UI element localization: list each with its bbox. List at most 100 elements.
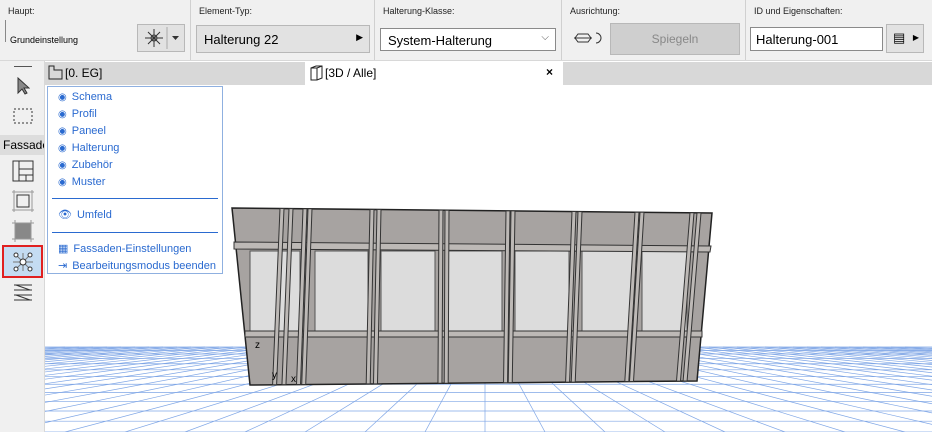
profile-tool[interactable] bbox=[6, 186, 39, 216]
3d-view-icon bbox=[310, 65, 323, 81]
main-group: Haupt: Grundeinstellung bbox=[0, 0, 191, 60]
mirror-button[interactable]: Spiegeln bbox=[610, 23, 740, 55]
menu-label: Umfeld bbox=[76, 208, 112, 221]
menu-label: Profil bbox=[71, 108, 97, 120]
menu-item-schema[interactable]: ◉ Schema bbox=[58, 91, 112, 103]
menu-label: Bearbeitungsmodus beenden bbox=[72, 259, 216, 272]
tab-floor-plan[interactable]: [0. EG] bbox=[45, 62, 303, 85]
grid-line bbox=[45, 346, 164, 357]
menu-item-muster[interactable]: ◉ Muster bbox=[58, 176, 105, 188]
glass-panel[interactable] bbox=[514, 250, 570, 332]
eye-icon: ◉ bbox=[58, 142, 67, 154]
properties-button[interactable]: ▤ ▶ bbox=[886, 24, 924, 53]
main-label: Haupt: bbox=[8, 6, 35, 16]
marquee-icon bbox=[13, 108, 32, 124]
eye-icon: ◉ bbox=[58, 108, 67, 120]
floor-plan-icon bbox=[48, 65, 63, 80]
mullion bbox=[443, 209, 450, 384]
grid-line bbox=[45, 346, 248, 370]
document-icon: ▤ bbox=[893, 30, 906, 45]
toolbox: Fassade bbox=[0, 61, 45, 432]
chevron-down-icon: ⌵ bbox=[541, 32, 549, 43]
id-label: ID und Eigenschaften: bbox=[754, 6, 843, 16]
axis-z-label: z bbox=[255, 340, 260, 351]
arrow-right-icon: ▶ bbox=[356, 32, 363, 42]
eye-icon: ◉ bbox=[58, 176, 67, 188]
halterung-icon bbox=[13, 252, 33, 272]
glass-panel[interactable] bbox=[314, 250, 369, 332]
grid-line bbox=[694, 346, 932, 377]
element-type-group: Element-Typ: Halterung 22 ▶ bbox=[191, 0, 375, 60]
toolbar: Haupt: Grundeinstellung Element-Typ: Hal… bbox=[0, 0, 932, 61]
schema-icon bbox=[12, 160, 33, 182]
eye-icon: 👁 bbox=[58, 209, 72, 221]
menu-item-umfeld[interactable]: 👁 Umfeld bbox=[58, 208, 112, 222]
element-type-value: Halterung 22 bbox=[204, 32, 279, 47]
arrow-tool[interactable] bbox=[6, 71, 39, 101]
menu-item-halterung[interactable]: ◉ Halterung bbox=[58, 142, 119, 154]
menu-item-exit[interactable]: ⇥ Bearbeitungsmodus beenden bbox=[58, 259, 216, 273]
grid-line bbox=[45, 346, 206, 363]
glass-panel[interactable] bbox=[380, 250, 436, 332]
marquee-tool[interactable] bbox=[6, 101, 39, 131]
halterung-tool[interactable] bbox=[2, 245, 43, 278]
grid-icon: ▦ bbox=[58, 243, 69, 255]
panel-icon bbox=[11, 220, 34, 242]
axis-x-label: x bbox=[291, 374, 296, 385]
element-type-label: Element-Typ: bbox=[199, 6, 253, 16]
arrow-right-icon: ▶ bbox=[912, 33, 919, 42]
close-tab-icon[interactable]: × bbox=[546, 65, 553, 79]
axis-y-label: y bbox=[272, 370, 277, 381]
element-type-button[interactable]: Halterung 22 ▶ bbox=[196, 25, 370, 53]
tab-label: [3D / Alle] bbox=[325, 66, 377, 80]
grid-line bbox=[680, 346, 932, 381]
cursor-icon bbox=[17, 77, 30, 95]
id-input[interactable]: Halterung-001 bbox=[750, 27, 883, 51]
menu-label: Muster bbox=[71, 176, 106, 188]
tab-label: [0. EG] bbox=[65, 66, 103, 80]
eye-icon: ◉ bbox=[58, 125, 67, 137]
grid-line bbox=[764, 346, 932, 363]
mullion bbox=[437, 209, 444, 384]
class-label: Halterung-Klasse: bbox=[383, 6, 455, 16]
menu-item-paneel[interactable]: ◉ Paneel bbox=[58, 125, 106, 137]
class-select[interactable]: System-Halterung ⌵ bbox=[380, 28, 556, 51]
schema-tool[interactable] bbox=[6, 156, 39, 186]
orientation-icon[interactable] bbox=[572, 30, 602, 46]
exit-icon: ⇥ bbox=[58, 260, 68, 272]
menu-label: Zubehör bbox=[71, 159, 113, 171]
halterung-icon bbox=[145, 27, 179, 49]
main-value: Grundeinstellung bbox=[10, 35, 79, 45]
glass-panel[interactable] bbox=[447, 250, 503, 332]
menu-item-zubehör[interactable]: ◉ Zubehör bbox=[58, 159, 113, 171]
orientation-group: Ausrichtung: Spiegeln bbox=[562, 0, 746, 60]
profile-icon bbox=[11, 190, 34, 212]
menu-item-profil[interactable]: ◉ Profil bbox=[58, 108, 97, 120]
glass-panel[interactable] bbox=[581, 250, 636, 332]
grid-line bbox=[708, 346, 932, 374]
accessory-tool[interactable] bbox=[6, 277, 39, 307]
class-value: System-Halterung bbox=[388, 33, 493, 48]
menu-label: Fassaden-Einstellungen bbox=[73, 242, 192, 255]
favorites-button[interactable] bbox=[137, 24, 185, 52]
menu-label: Paneel bbox=[71, 125, 106, 137]
tab-bar: [0. EG] [3D / Alle] × bbox=[45, 62, 932, 85]
facade-edit-menu: ◉ Schema ◉ Profil ◉ Paneel ◉ Halterung ◉ Zubehör ◉… bbox=[47, 86, 223, 274]
facade-section-label: Fassade bbox=[0, 135, 44, 155]
grid-line bbox=[45, 346, 234, 367]
eye-icon: ◉ bbox=[58, 159, 67, 171]
orientation-label: Ausrichtung: bbox=[570, 6, 621, 16]
menu-item-settings[interactable]: ▦ Fassaden-Einstellungen bbox=[58, 242, 192, 256]
panel-tool[interactable] bbox=[6, 216, 39, 246]
glass-panel[interactable] bbox=[641, 250, 688, 332]
tab-3d[interactable]: [3D / Alle] × bbox=[305, 62, 563, 85]
menu-label: Halterung bbox=[71, 142, 120, 154]
facade[interactable] bbox=[231, 207, 713, 386]
class-group: Halterung-Klasse: System-Halterung ⌵ bbox=[375, 0, 562, 60]
id-group: ID und Eigenschaften: Halterung-001 ▤ ▶ bbox=[746, 0, 932, 60]
grid-line bbox=[806, 346, 932, 358]
eye-icon: ◉ bbox=[58, 91, 67, 103]
accessory-icon bbox=[13, 284, 32, 301]
menu-label: Schema bbox=[71, 91, 113, 103]
grid-line bbox=[45, 346, 80, 350]
